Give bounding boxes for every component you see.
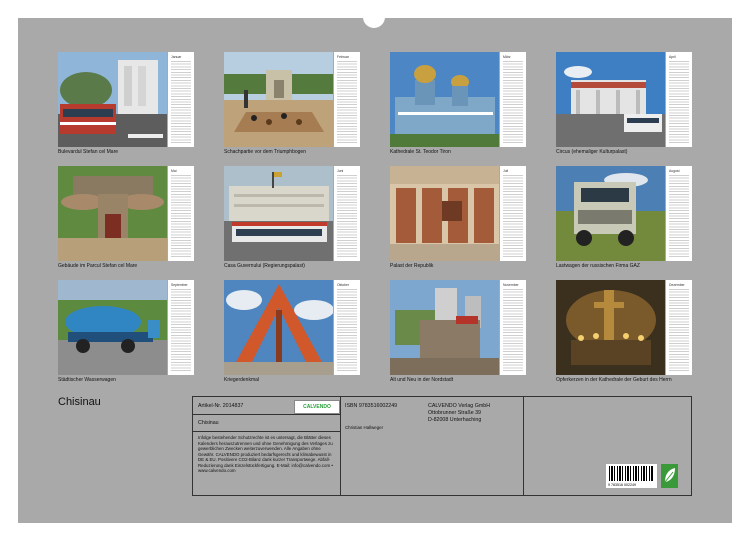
month-cell-may: Mai Gebäude im Parcul Stefan cel Mare [58, 166, 194, 271]
month-calendar-strip: Mai [168, 166, 194, 261]
photo-caption: Schachpartie vor dem Triumphbogen [224, 149, 306, 155]
month-name: Mai [171, 169, 177, 173]
publisher-street: Ottobrunner Straße 39 [428, 410, 481, 416]
month-name: Februar [337, 55, 349, 59]
photo-cathedral [390, 52, 499, 147]
divider [340, 397, 341, 495]
month-name: Januar [171, 55, 182, 59]
photo-caption: Gebäude im Parcul Stefan cel Mare [58, 263, 138, 269]
article-number: Artikel-Nr. 2014837 [198, 403, 244, 409]
day-grid [171, 289, 191, 372]
day-grid [503, 175, 523, 258]
day-grid [171, 175, 191, 258]
month-calendar-strip: Januar [168, 52, 194, 147]
photo-caption: Lastwagen der russischen Firma GAZ [556, 263, 640, 269]
photo-gaz-truck [556, 166, 665, 261]
day-grid [669, 61, 689, 144]
month-cell-august: August Lastwagen der russischen Firma GA… [556, 166, 692, 271]
photo-water-truck [58, 280, 167, 375]
month-name: März [503, 55, 511, 59]
divider [193, 431, 340, 432]
month-cell-january: Januar Bulevardul Stefan cel Mare [58, 52, 194, 157]
photo-caption: Städtischer Wasserwagen [58, 377, 116, 383]
photo-war-memorial [224, 280, 333, 375]
month-name: Oktober [337, 283, 350, 287]
month-calendar-strip: September [168, 280, 194, 375]
barcode-number: 9 783516 002249 [608, 483, 636, 487]
month-calendar-strip: Dezember [666, 280, 692, 375]
barcode-bars [609, 466, 654, 481]
month-calendar-strip: Oktober [334, 280, 360, 375]
month-calendar-strip: Februar [334, 52, 360, 147]
photo-caption: Kriegerdenkmal [224, 377, 260, 383]
photo-government-house [224, 166, 333, 261]
day-grid [337, 289, 357, 372]
photo-caption: Alt und Neu in der Nordstadt [390, 377, 454, 383]
month-name: Juli [503, 169, 509, 173]
day-grid [503, 61, 523, 144]
photo-old-and-new [390, 280, 499, 375]
divider [193, 414, 340, 415]
isbn: ISBN 9783516002249 [345, 403, 398, 409]
month-name: November [503, 283, 519, 287]
photo-candles [556, 280, 665, 375]
barcode: 9 783516 002249 [606, 464, 657, 488]
photo-bulevardul [58, 52, 167, 147]
publisher-city: D-82008 Unterhaching [428, 417, 482, 423]
calendar-name: Chisinau [198, 420, 219, 426]
photo-caption: Palast der Republik [390, 263, 434, 269]
publisher-name: CALVENDO Verlag GmbH [428, 403, 491, 409]
author: Christian Hallweger [345, 425, 384, 430]
month-calendar-strip: November [500, 280, 526, 375]
info-panel: Artikel-Nr. 2014837 CALVENDO Chisinau In… [192, 396, 692, 496]
month-cell-april: April Circus (ehemaliger Kulturpalast) [556, 52, 692, 157]
photo-chess [224, 52, 333, 147]
month-cell-september: September Städtischer Wasserwagen [58, 280, 194, 385]
month-name: Dezember [669, 283, 685, 287]
month-calendar-strip: März [500, 52, 526, 147]
calendar-title: Chisinau [58, 396, 101, 408]
photo-caption: Casa Guvernului (Regierungspalast) [224, 263, 305, 269]
photo-caption: Kathedrale St. Teodor Tiron [390, 149, 451, 155]
legal-notice: Infolge bestehender Schutzrechte ist es … [198, 435, 333, 473]
photo-caption: Opferkerzen in der Kathedrale der Geburt… [556, 377, 672, 383]
month-cell-october: Oktober Kriegerdenkmal [224, 280, 360, 385]
month-cell-june: Juni Casa Guvernului (Regierungspalast) [224, 166, 360, 271]
calvendo-logo: CALVENDO [294, 400, 340, 414]
month-name: August [669, 169, 680, 173]
month-name: April [669, 55, 676, 59]
day-grid [337, 175, 357, 258]
photo-palace-republic [390, 166, 499, 261]
day-grid [503, 289, 523, 372]
month-name: September [171, 283, 188, 287]
eco-leaf-icon [661, 464, 678, 488]
month-calendar-strip: Juni [334, 166, 360, 261]
month-name: Juni [337, 169, 344, 173]
divider [523, 397, 524, 495]
photo-caption: Circus (ehemaliger Kulturpalast) [556, 149, 628, 155]
photo-circus [556, 52, 665, 147]
month-cell-march: März Kathedrale St. Teodor Tiron [390, 52, 526, 157]
day-grid [669, 175, 689, 258]
month-calendar-strip: April [666, 52, 692, 147]
day-grid [337, 61, 357, 144]
month-cell-july: Juli Palast der Republik [390, 166, 526, 271]
photo-park-building [58, 166, 167, 261]
month-calendar-strip: August [666, 166, 692, 261]
day-grid [669, 289, 689, 372]
month-cell-february: Februar Schachpartie vor dem Triumphboge… [224, 52, 360, 157]
month-cell-december: Dezember Opferkerzen in der Kathedrale d… [556, 280, 692, 385]
month-cell-november: November Alt und Neu in der Nordstadt [390, 280, 526, 385]
day-grid [171, 61, 191, 144]
photo-caption: Bulevardul Stefan cel Mare [58, 149, 119, 155]
month-calendar-strip: Juli [500, 166, 526, 261]
